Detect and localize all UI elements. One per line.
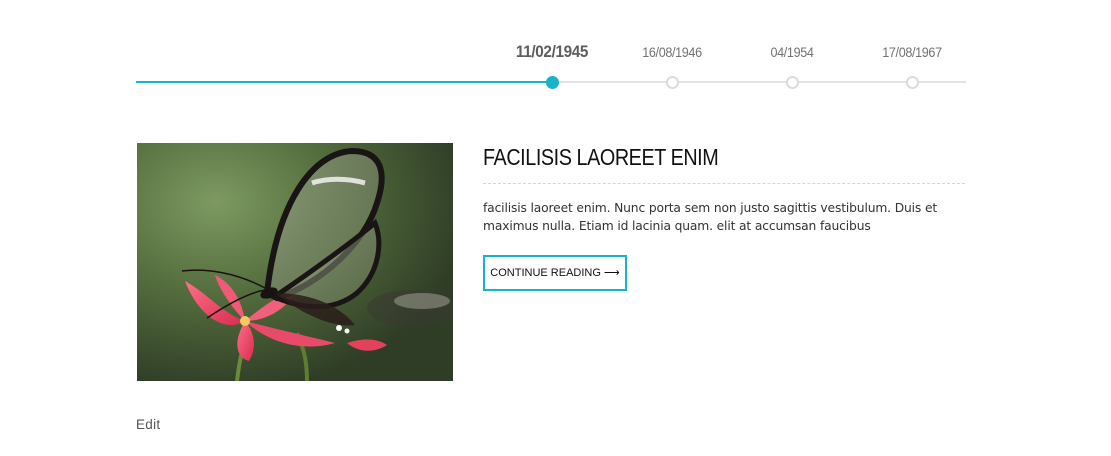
timeline-event-4[interactable]: 17/08/1967 (862, 36, 962, 96)
timeline-event-3[interactable]: 04/1954 (742, 36, 842, 96)
timeline-event-1[interactable]: 11/02/1945 (502, 36, 602, 96)
timeline-dot-active[interactable] (546, 76, 559, 89)
post-image (137, 143, 453, 381)
post-title[interactable]: FACILISIS LAOREET ENIM (483, 143, 898, 170)
continue-reading-label: CONTINUE READING (490, 267, 601, 279)
timeline-date: 04/1954 (770, 44, 814, 60)
timeline-dot[interactable] (666, 76, 679, 89)
timeline-date: 17/08/1967 (882, 44, 942, 60)
post-excerpt: facilisis laoreet enim. Nunc porta sem n… (483, 201, 938, 233)
edit-link[interactable]: Edit (136, 417, 160, 432)
timeline-progress (136, 81, 551, 83)
post-content: FACILISIS LAOREET ENIM facilisis laoreet… (483, 143, 965, 291)
timeline-date: 16/08/1946 (642, 44, 702, 60)
butterfly-image-illustration (137, 143, 453, 381)
arrow-right-icon: ⟶ (603, 267, 620, 279)
title-divider (483, 183, 965, 184)
continue-reading-button[interactable]: CONTINUE READING ⟶ (483, 255, 627, 291)
events-timeline: 11/02/1945 16/08/1946 04/1954 17/08/1967 (136, 36, 966, 96)
timeline-dot[interactable] (906, 76, 919, 89)
timeline-event-2[interactable]: 16/08/1946 (622, 36, 722, 96)
timeline-dot[interactable] (786, 76, 799, 89)
timeline-date: 11/02/1945 (515, 42, 589, 61)
